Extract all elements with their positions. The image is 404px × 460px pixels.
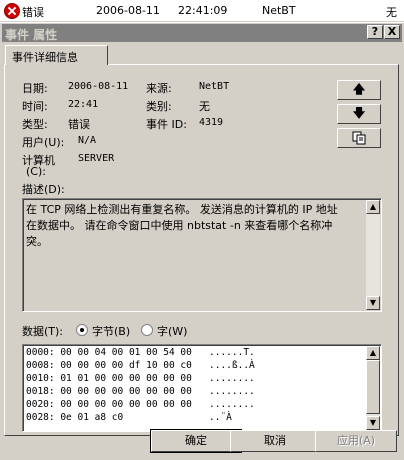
- event-id-value: 4319: [199, 117, 224, 128]
- next-event-button[interactable]: 🡇: [337, 104, 381, 124]
- scroll-up-icon[interactable]: ▲: [366, 346, 380, 360]
- source-value: NetBT: [199, 81, 230, 92]
- category-label: 类别:: [146, 100, 172, 113]
- help-button[interactable]: ?: [367, 25, 383, 39]
- data-textbox[interactable]: 0000: 00 00 04 00 01 00 54 00 ......T. 0…: [22, 344, 382, 432]
- title-bar[interactable]: 事件 属性 ? X: [2, 24, 402, 42]
- date-label: 日期:: [22, 82, 48, 95]
- scroll-down-icon[interactable]: ▼: [366, 416, 380, 430]
- description-text: 在 TCP 网络上检测出有重复名称。 发送消息的计算机的 IP 地址 在数据中。…: [26, 203, 338, 248]
- event-list-row[interactable]: 错误 2006-08-11 22:41:09 NetBT 无: [0, 0, 404, 22]
- hex-line: 0018: 00 00 00 00 00 00 00 00 ........: [26, 386, 255, 397]
- hex-line: 0010: 01 01 00 00 00 00 00 00 ........: [26, 373, 255, 384]
- copy-button[interactable]: [337, 128, 381, 148]
- description-scrollbar[interactable]: ▲ ▼: [366, 200, 380, 310]
- source-label: 来源:: [146, 82, 172, 95]
- scroll-thumb[interactable]: [366, 360, 380, 414]
- date-value: 2006-08-11: [68, 81, 129, 92]
- bytes-radio-label[interactable]: 字节(B): [92, 323, 130, 339]
- event-source: NetBT: [262, 4, 296, 17]
- computer-value: SERVER: [78, 153, 115, 164]
- hex-line: 0000: 00 00 04 00 01 00 54 00 ......T.: [26, 347, 255, 358]
- hex-line: 0008: 00 00 00 00 df 10 00 c0 ....ß..À: [26, 360, 255, 371]
- event-properties-dialog: 事件 属性 ? X 事件详细信息 日期: 2006-08-11 来源: NetB…: [0, 22, 404, 460]
- apply-button[interactable]: 应用(A): [315, 430, 397, 452]
- words-radio[interactable]: [141, 324, 153, 336]
- tab-event-details[interactable]: 事件详细信息: [5, 45, 108, 65]
- hex-line: 0020: 00 00 00 00 00 00 00 00 ........: [26, 399, 255, 410]
- category-value: 无: [199, 100, 210, 113]
- ok-button[interactable]: 确定: [150, 429, 242, 453]
- close-button[interactable]: X: [384, 25, 400, 39]
- user-label: 用户(U):: [22, 136, 65, 149]
- time-value: 22:41: [68, 99, 99, 110]
- scroll-up-icon[interactable]: ▲: [366, 200, 380, 214]
- previous-event-button[interactable]: 🡅: [337, 80, 381, 100]
- description-label: 描述(D):: [22, 183, 65, 196]
- hex-line: 0028: 0e 01 a8 c0 ..¨À: [26, 412, 232, 423]
- user-value: N/A: [78, 135, 97, 146]
- arrow-up-icon: 🡅: [352, 82, 366, 96]
- words-radio-label[interactable]: 字(W): [157, 323, 187, 339]
- time-label: 时间:: [22, 100, 48, 113]
- dialog-title: 事件 属性: [5, 28, 58, 42]
- description-textbox[interactable]: 在 TCP 网络上检测出有重复名称。 发送消息的计算机的 IP 地址 在数据中。…: [22, 198, 382, 312]
- scroll-down-icon[interactable]: ▼: [366, 296, 380, 310]
- computer-label-suffix: (C):: [26, 165, 46, 178]
- event-extra: 无: [386, 6, 397, 19]
- cancel-button[interactable]: 取消: [230, 430, 320, 452]
- copy-icon: [352, 131, 366, 145]
- data-scrollbar[interactable]: ▲ ▼: [366, 346, 380, 430]
- event-time: 22:41:09: [178, 4, 228, 17]
- arrow-down-icon: 🡇: [352, 106, 366, 120]
- event-type: 错误: [22, 6, 44, 19]
- event-date: 2006-08-11: [96, 4, 160, 17]
- data-label: 数据(T):: [22, 325, 64, 338]
- type-label: 类型:: [22, 118, 48, 131]
- event-id-label: 事件 ID:: [146, 118, 187, 131]
- bytes-radio[interactable]: [76, 324, 88, 336]
- type-value: 错误: [68, 118, 90, 131]
- error-icon: [4, 3, 20, 19]
